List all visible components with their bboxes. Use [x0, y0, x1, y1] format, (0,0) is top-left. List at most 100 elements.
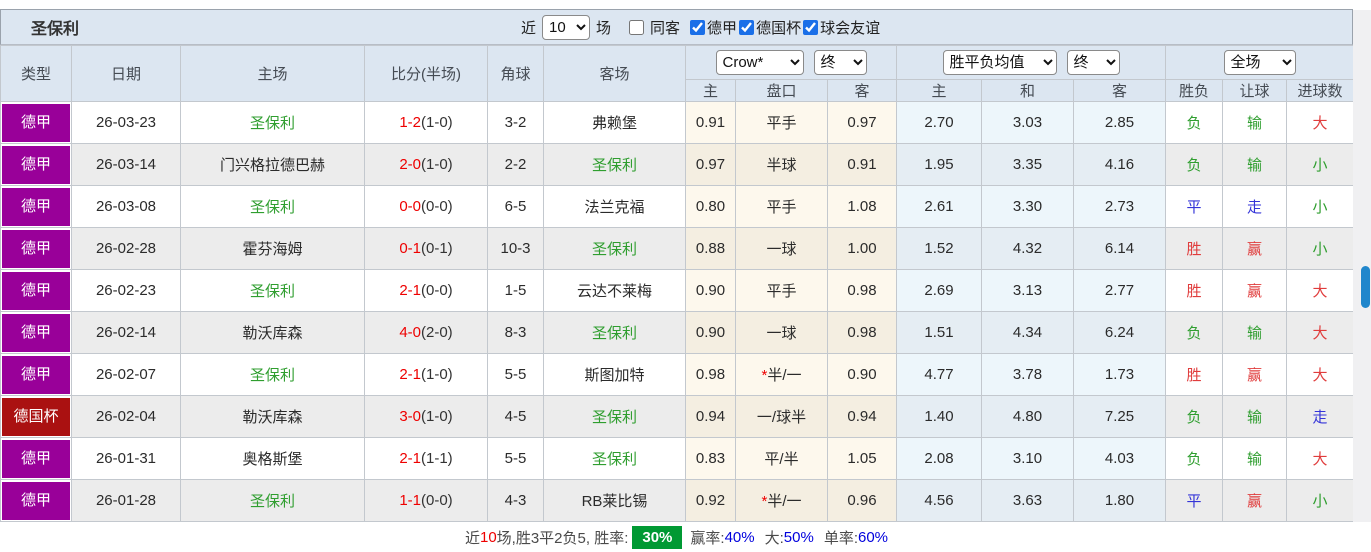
away-team-cell[interactable]: 圣保利 — [543, 143, 686, 186]
date-cell: 26-02-28 — [71, 227, 181, 270]
col-header-odds-draw: 和 — [981, 79, 1074, 102]
home-team-cell[interactable]: 门兴格拉德巴赫 — [180, 143, 365, 186]
home-team-name[interactable]: 霍芬海姆 — [242, 241, 302, 258]
goals-result-cell: 大 — [1286, 101, 1355, 144]
score-cell[interactable]: 0-0(0-0) — [364, 185, 488, 228]
dfb-pokal-checkbox[interactable] — [739, 19, 755, 35]
home-team-cell[interactable]: 圣保利 — [180, 101, 365, 144]
odds-away-cell: 1.80 — [1072, 479, 1167, 522]
score-cell[interactable]: 0-1(0-1) — [364, 227, 488, 270]
match-history-table: 类型 日期 主场 比分(半场) 角球 客场 Crow* 终 胜平负均值 终 全场… — [0, 45, 1355, 522]
league-badge: 德甲 — [2, 187, 70, 226]
scope-controls: 全场 — [1165, 45, 1355, 80]
away-team-name[interactable]: 圣保利 — [592, 157, 637, 174]
away-team-cell[interactable]: 圣保利 — [543, 437, 686, 480]
home-team-name[interactable]: 圣保利 — [250, 283, 295, 300]
away-team-cell[interactable]: 云达不莱梅 — [543, 269, 686, 312]
away-team-cell[interactable]: RB莱比锡 — [543, 479, 686, 522]
home-team-cell[interactable]: 勒沃库森 — [180, 395, 365, 438]
full-score[interactable]: 4-0 — [399, 324, 421, 341]
matches-count-select[interactable]: 10 — [542, 14, 591, 40]
full-score[interactable]: 0-1 — [399, 240, 421, 257]
handicap-line: 一球 — [766, 241, 797, 258]
full-score[interactable]: 2-1 — [399, 282, 421, 299]
full-score[interactable]: 0-0 — [399, 198, 421, 215]
full-score[interactable]: 2-1 — [399, 366, 421, 383]
score-cell[interactable]: 2-0(1-0) — [364, 143, 488, 186]
handicap-line: 平手 — [766, 115, 797, 132]
home-team-cell[interactable]: 圣保利 — [180, 353, 365, 396]
handicap-line: 平手 — [766, 199, 797, 216]
odds-draw-cell: 3.03 — [981, 101, 1074, 144]
odds-time-select[interactable]: 终 — [1066, 50, 1120, 75]
odds-type-select[interactable]: 胜平负均值 — [942, 50, 1057, 75]
summary-text: 场,胜3平2负5, 胜率: — [496, 529, 629, 547]
home-team-name[interactable]: 勒沃库森 — [242, 325, 302, 342]
full-score[interactable]: 1-2 — [399, 114, 421, 131]
score-cell[interactable]: 1-1(0-0) — [364, 479, 488, 522]
score-cell[interactable]: 2-1(1-1) — [364, 437, 488, 480]
away-team-cell[interactable]: 圣保利 — [543, 311, 686, 354]
corner-cell: 4-5 — [487, 395, 544, 438]
home-team-name[interactable]: 圣保利 — [250, 493, 295, 510]
home-team-cell[interactable]: 圣保利 — [180, 269, 365, 312]
home-team-cell[interactable]: 圣保利 — [180, 479, 365, 522]
full-score[interactable]: 2-0 — [399, 156, 421, 173]
scrollbar-thumb[interactable] — [1361, 266, 1370, 308]
away-team-cell[interactable]: 法兰克福 — [543, 185, 686, 228]
score-cell[interactable]: 4-0(2-0) — [364, 311, 488, 354]
matches-suffix-label: 场 — [596, 19, 612, 37]
away-team-name[interactable]: 弗赖堡 — [592, 115, 637, 132]
away-team-name[interactable]: 圣保利 — [592, 409, 637, 426]
scope-select[interactable]: 全场 — [1223, 50, 1296, 75]
away-team-name[interactable]: 斯图加特 — [584, 367, 644, 384]
home-team-cell[interactable]: 奥格斯堡 — [180, 437, 365, 480]
company-select[interactable]: Crow* — [715, 50, 804, 75]
odds-away-cell: 6.14 — [1072, 227, 1167, 270]
home-team-name[interactable]: 圣保利 — [250, 199, 295, 216]
league-cell: 德甲 — [0, 269, 72, 312]
same-away-checkbox[interactable] — [629, 19, 645, 35]
corner-cell: 2-2 — [487, 143, 544, 186]
away-team-name[interactable]: 圣保利 — [592, 325, 637, 342]
home-team-name[interactable]: 圣保利 — [250, 115, 295, 132]
corner-cell: 6-5 — [487, 185, 544, 228]
score-cell[interactable]: 1-2(1-0) — [364, 101, 488, 144]
home-team-name[interactable]: 勒沃库森 — [242, 409, 302, 426]
away-team-cell[interactable]: 斯图加特 — [543, 353, 686, 396]
away-team-name[interactable]: RB莱比锡 — [582, 493, 648, 510]
corner-cell: 10-3 — [487, 227, 544, 270]
table-row: 德甲 26-02-23 圣保利 2-1(0-0) 1-5 云达不莱梅 0.90 … — [0, 269, 1355, 312]
ah-away-odds-cell: 1.05 — [827, 437, 897, 480]
away-team-cell[interactable]: 圣保利 — [543, 395, 686, 438]
handicap-result-cell: 输 — [1222, 311, 1288, 354]
home-team-cell[interactable]: 霍芬海姆 — [180, 227, 365, 270]
near-label: 近 — [521, 19, 537, 37]
league-cell: 德甲 — [0, 353, 72, 396]
score-cell[interactable]: 3-0(1-0) — [364, 395, 488, 438]
home-team-cell[interactable]: 勒沃库森 — [180, 311, 365, 354]
bundesliga-checkbox[interactable] — [690, 19, 706, 35]
date-cell: 26-03-14 — [71, 143, 181, 186]
summary-near: 近 — [464, 529, 480, 547]
home-team-name[interactable]: 门兴格拉德巴赫 — [220, 157, 325, 174]
away-team-name[interactable]: 圣保利 — [592, 451, 637, 468]
friendly-checkbox[interactable] — [803, 19, 819, 35]
ah-home-odds-cell: 0.94 — [685, 395, 736, 438]
full-score[interactable]: 2-1 — [399, 450, 421, 467]
full-score[interactable]: 1-1 — [399, 492, 421, 509]
score-cell[interactable]: 2-1(1-0) — [364, 353, 488, 396]
home-team-name[interactable]: 圣保利 — [250, 367, 295, 384]
away-team-name[interactable]: 法兰克福 — [584, 199, 644, 216]
score-cell[interactable]: 2-1(0-0) — [364, 269, 488, 312]
away-team-name[interactable]: 圣保利 — [592, 241, 637, 258]
full-score[interactable]: 3-0 — [399, 408, 421, 425]
home-team-name[interactable]: 奥格斯堡 — [242, 451, 302, 468]
company-time-select[interactable]: 终 — [813, 50, 867, 75]
league-cell: 德甲 — [0, 101, 72, 144]
away-team-name[interactable]: 云达不莱梅 — [577, 283, 652, 300]
handicap-result-cell: 走 — [1222, 185, 1288, 228]
away-team-cell[interactable]: 圣保利 — [543, 227, 686, 270]
away-team-cell[interactable]: 弗赖堡 — [543, 101, 686, 144]
home-team-cell[interactable]: 圣保利 — [180, 185, 365, 228]
